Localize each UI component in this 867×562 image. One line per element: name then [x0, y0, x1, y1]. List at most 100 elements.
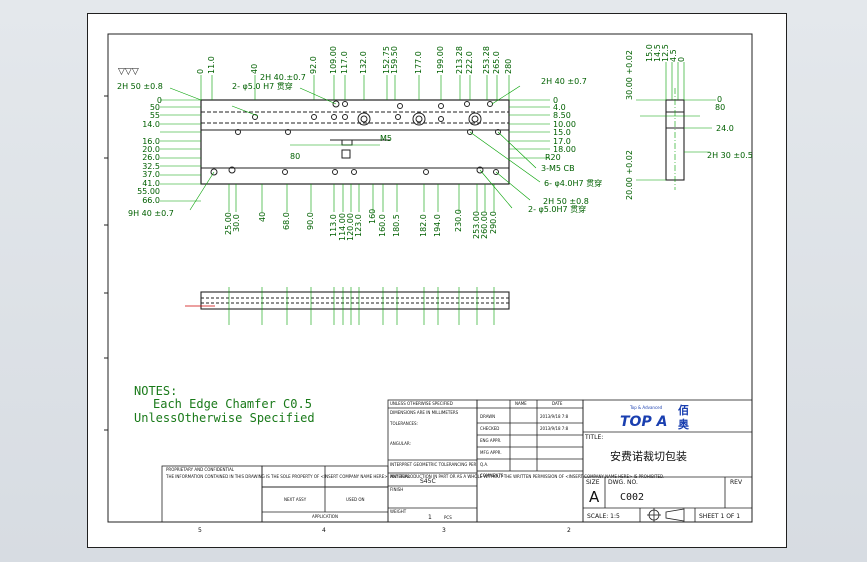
svg-text:20.00 +0.02: 20.00 +0.02	[625, 150, 634, 200]
left-zone-ticks	[104, 95, 108, 431]
svg-text:194.0: 194.0	[433, 214, 442, 237]
svg-text:2: 2	[567, 527, 571, 534]
svg-text:2H 30 ±0.5: 2H 30 ±0.5	[707, 151, 753, 160]
callouts: 2H 40.±0.7 2- φ5.0 H7 贯穿 2H 40 ±0.7 2H 5…	[117, 73, 602, 218]
svg-text:182.0: 182.0	[419, 214, 428, 237]
svg-text:C002: C002	[620, 492, 644, 503]
svg-text:UNLESS OTHERWISE SPECIFIED: UNLESS OTHERWISE SPECIFIED	[390, 401, 453, 406]
svg-text:2H 40.±0.7: 2H 40.±0.7	[260, 73, 306, 82]
svg-text:WEIGHT: WEIGHT	[390, 509, 407, 514]
svg-text:S45C: S45C	[420, 478, 436, 485]
svg-text:PCS: PCS	[444, 515, 452, 520]
svg-text:Each Edge Chamfer C0.5: Each Edge Chamfer C0.5	[153, 397, 312, 411]
svg-text:TOLERANCES:: TOLERANCES:	[389, 421, 418, 426]
svg-text:MATERIAL: MATERIAL	[390, 474, 411, 479]
svg-text:M5: M5	[380, 134, 392, 143]
svg-text:SIZE: SIZE	[586, 479, 600, 486]
svg-text:USED ON: USED ON	[346, 497, 365, 502]
svg-text:TITLE:: TITLE:	[584, 434, 603, 441]
svg-text:6- φ4.0H7 贯穿: 6- φ4.0H7 贯穿	[544, 178, 602, 188]
svg-text:2H 40 ±0.7: 2H 40 ±0.7	[541, 77, 587, 86]
right-dims: 0 4.0 8.50 10.00 15.0 17.0 18.00 R20	[545, 96, 576, 162]
svg-text:UnlessOtherwise Specified: UnlessOtherwise Specified	[134, 411, 315, 425]
svg-text:24.0: 24.0	[716, 124, 734, 133]
svg-text:9H 40 ±0.7: 9H 40 ±0.7	[128, 209, 174, 218]
svg-text:260.00: 260.00	[480, 211, 489, 239]
svg-text:37.0: 37.0	[142, 170, 160, 179]
svg-text:92.0: 92.0	[309, 56, 318, 74]
top-dims: 0 11.0 40 92.0 109.00 117.0 132.0 152.75…	[196, 46, 513, 74]
svg-text:DATE: DATE	[552, 401, 563, 406]
svg-text:2H 50 ±0.8: 2H 50 ±0.8	[117, 82, 163, 91]
svg-text:8.50: 8.50	[553, 111, 571, 120]
svg-text:11.0: 11.0	[207, 56, 216, 74]
svg-text:2013/9/18 7:8: 2013/9/18 7:8	[540, 426, 569, 431]
svg-text:2- φ5.0 H7 贯穿: 2- φ5.0 H7 贯穿	[232, 81, 293, 91]
svg-text:SCALE: 1:5: SCALE: 1:5	[587, 513, 620, 520]
svg-text:安费诺裁切包装: 安费诺裁切包装	[610, 449, 687, 463]
svg-text:80: 80	[715, 103, 725, 112]
svg-text:Q.A.: Q.A.	[480, 462, 488, 467]
bottom-dims: 25.00 30.0 40 68.0 90.0 113.0 114.00 120…	[224, 209, 498, 241]
svg-text:FINISH: FINISH	[390, 487, 403, 492]
svg-text:TOP A: TOP A	[620, 414, 667, 430]
svg-text:0: 0	[677, 57, 686, 62]
svg-text:40: 40	[258, 212, 267, 222]
svg-text:A: A	[589, 488, 600, 506]
svg-text:1: 1	[428, 514, 432, 521]
svg-text:290.0: 290.0	[489, 211, 498, 234]
svg-text:ENG APPR.: ENG APPR.	[480, 438, 501, 443]
top-view: 0 11.0 40 92.0 109.00 117.0 132.0 152.75…	[117, 46, 602, 241]
svg-text:15.0: 15.0	[553, 128, 571, 137]
svg-text:MFG APPR.: MFG APPR.	[480, 450, 502, 455]
svg-text:REV: REV	[730, 479, 743, 486]
svg-text:253.28: 253.28	[482, 46, 491, 74]
svg-text:30.0: 30.0	[232, 214, 241, 232]
svg-text:CHECKED: CHECKED	[480, 426, 499, 431]
svg-text:55: 55	[150, 111, 160, 120]
svg-text:117.0: 117.0	[340, 51, 349, 74]
svg-text:DIMENSIONS ARE IN MILLIMETERS: DIMENSIONS ARE IN MILLIMETERS	[390, 410, 459, 415]
svg-text:68.0: 68.0	[282, 212, 291, 230]
svg-text:80: 80	[290, 152, 300, 161]
svg-text:5: 5	[198, 527, 202, 534]
svg-text:14.0: 14.0	[142, 120, 160, 129]
svg-text:NAME: NAME	[515, 401, 527, 406]
inner-border	[107, 33, 753, 523]
svg-text:123.0: 123.0	[354, 214, 363, 237]
svg-text:180.5: 180.5	[392, 214, 401, 237]
svg-text:3-M5 CB: 3-M5 CB	[541, 164, 575, 173]
front-view	[185, 287, 510, 325]
svg-text:55.00: 55.00	[137, 187, 160, 196]
svg-text:SHEET 1 OF 1: SHEET 1 OF 1	[699, 513, 740, 520]
svg-text:132.0: 132.0	[359, 51, 368, 74]
svg-text:109.00: 109.00	[329, 46, 338, 74]
svg-text:230.0: 230.0	[454, 209, 463, 232]
svg-text:160: 160	[368, 209, 377, 224]
side-view: 15.0 14.5 12.5 4.5 0 0 80 24.0 2H 30 ±0.…	[625, 44, 753, 200]
svg-text:INTERPRET GEOMETRIC TOLERANCIN: INTERPRET GEOMETRIC TOLERANCING PER:	[390, 462, 478, 467]
svg-text:159.50: 159.50	[390, 46, 399, 74]
svg-text:NOTES:: NOTES:	[134, 384, 177, 398]
svg-text:2- φ5.0H7 贯穿: 2- φ5.0H7 贯穿	[528, 204, 586, 214]
projection-symbol-icon	[647, 508, 685, 522]
logo-cn-2: 奥	[677, 417, 690, 431]
svg-text:222.0: 222.0	[465, 51, 474, 74]
svg-text:113.0: 113.0	[329, 214, 338, 237]
svg-text:177.0: 177.0	[414, 51, 423, 74]
cad-viewport[interactable]: ▽▽▽ 0 11.0 40 92.0 109.00 117.0 132.0 15…	[0, 0, 867, 562]
svg-text:66.0: 66.0	[142, 196, 160, 205]
svg-text:90.0: 90.0	[306, 212, 315, 230]
notes: NOTES: Each Edge Chamfer C0.5 UnlessOthe…	[134, 384, 315, 425]
svg-text:NEXT ASSY: NEXT ASSY	[284, 497, 307, 502]
svg-text:DWG. NO.: DWG. NO.	[608, 479, 638, 486]
svg-text:199.00: 199.00	[436, 46, 445, 74]
svg-text:COMMENTS:: COMMENTS:	[480, 473, 505, 478]
svg-text:Top & Advanced: Top & Advanced	[629, 405, 663, 410]
company-logo: Top & Advanced TOP A 佰 奥	[606, 402, 690, 431]
svg-text:PROPRIETARY AND CONFIDENTIAL: PROPRIETARY AND CONFIDENTIAL	[166, 467, 235, 472]
left-dims: 0 50 55 14.0 16.0 20.0 26.0 32.5 37.0 41…	[137, 96, 162, 205]
bottom-zone-ticks: 5 4 3 2	[198, 527, 571, 534]
svg-text:APPLICATION: APPLICATION	[312, 514, 338, 519]
svg-text:2013/9/18 7:8: 2013/9/18 7:8	[540, 414, 569, 419]
